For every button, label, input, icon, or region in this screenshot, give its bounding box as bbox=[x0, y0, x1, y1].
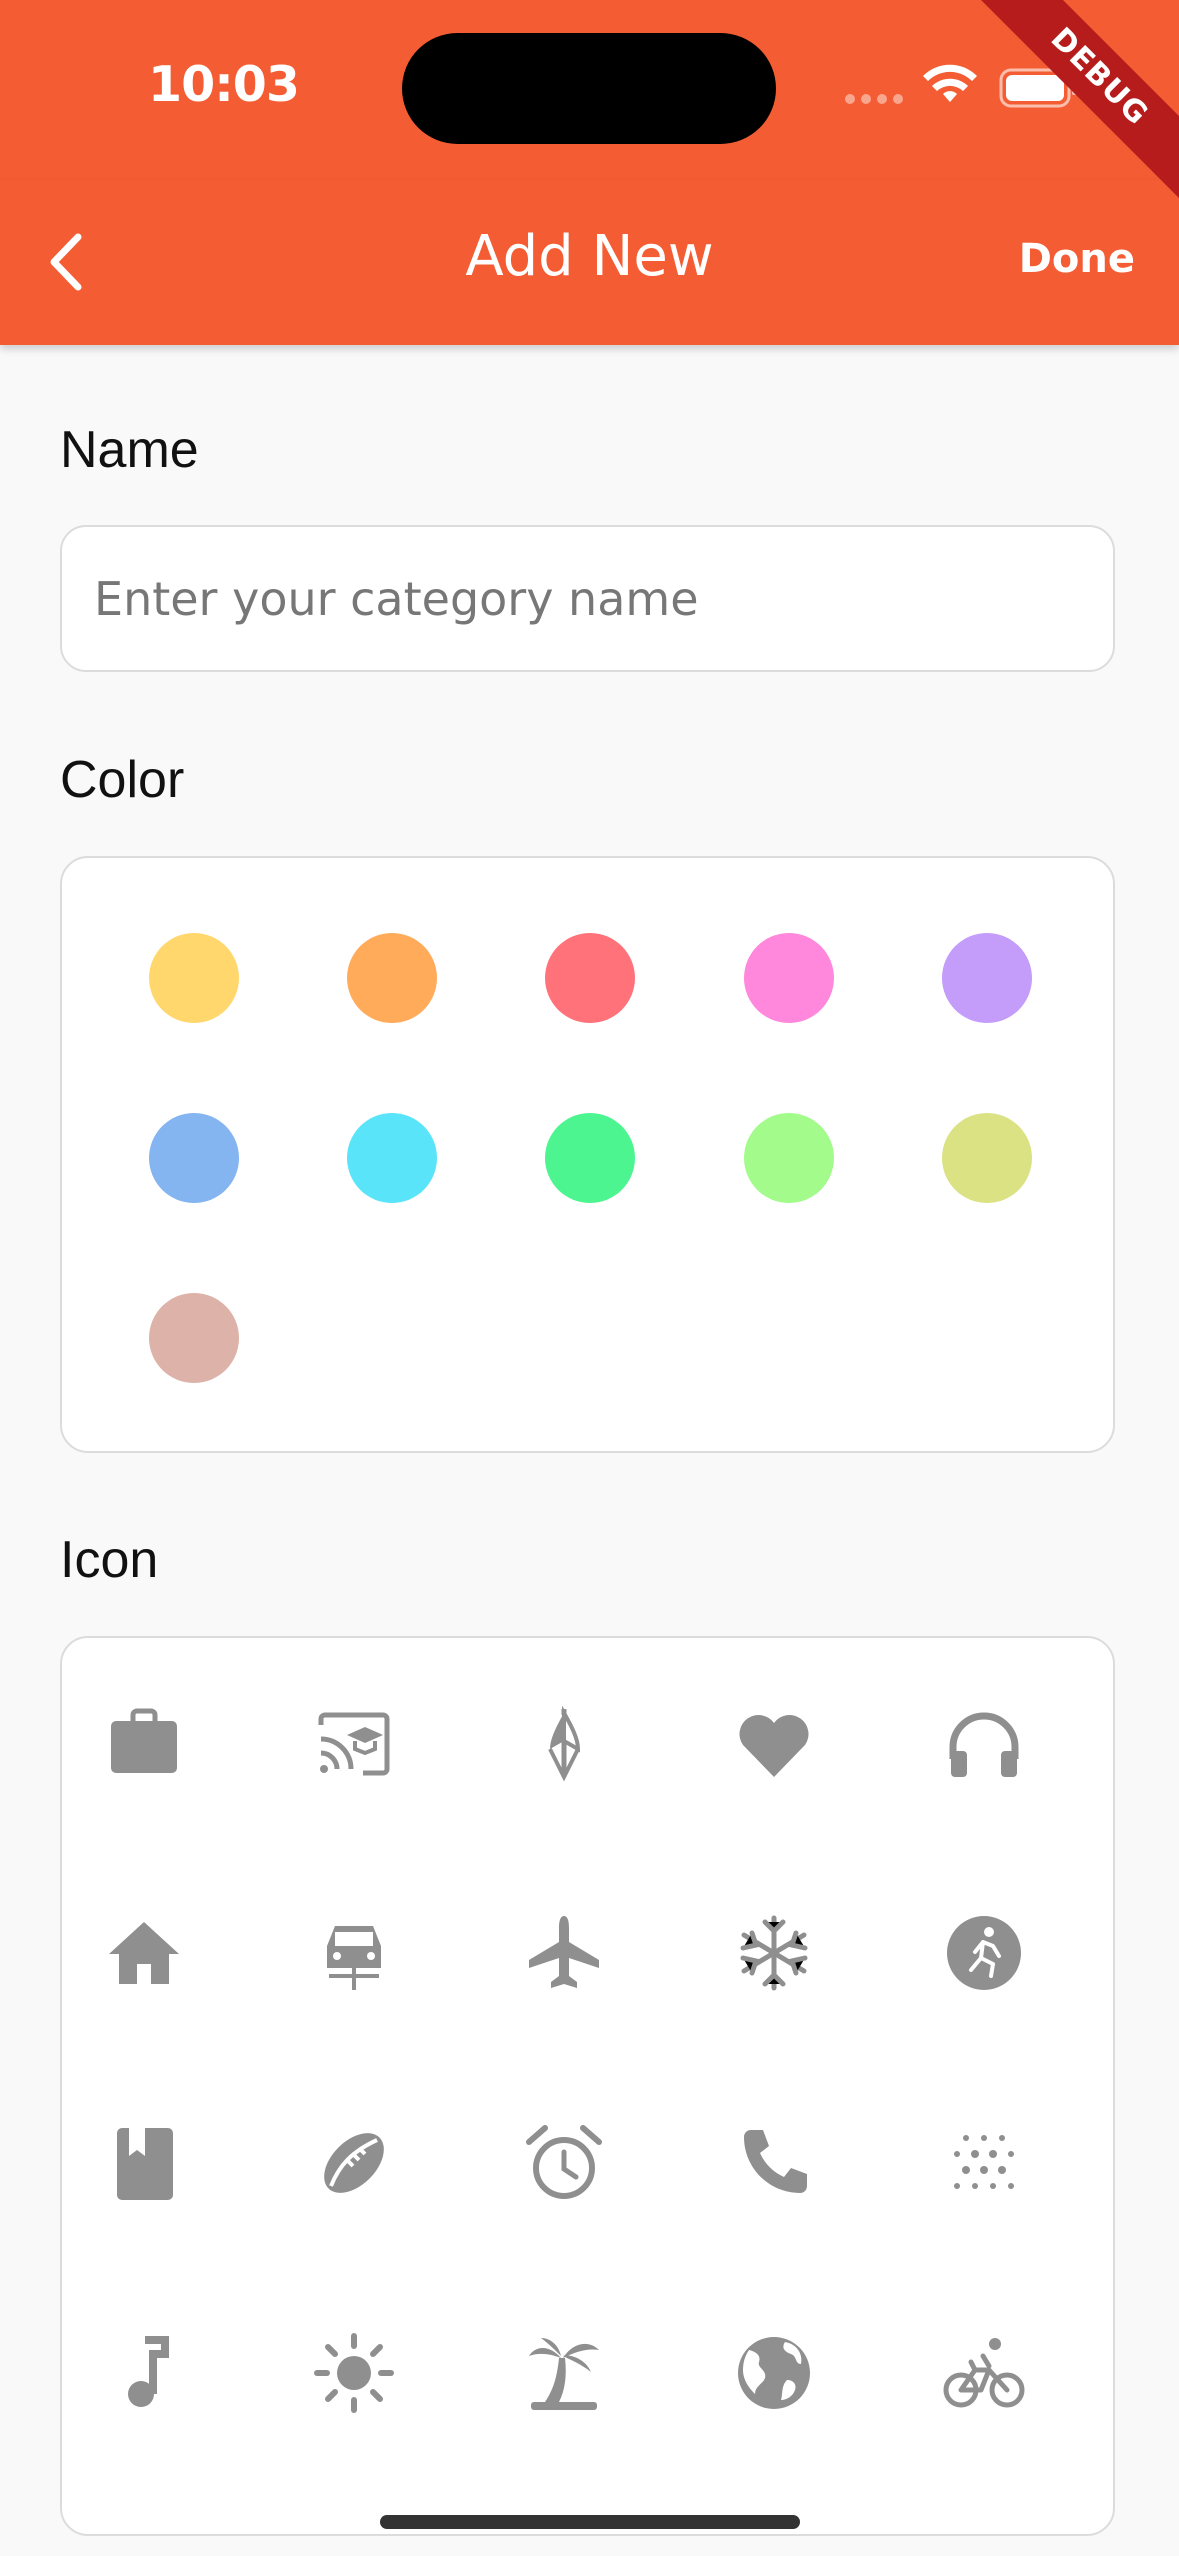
name-label: Name bbox=[60, 421, 199, 479]
bicycle-icon bbox=[943, 2338, 1025, 2408]
icon-option[interactable] bbox=[724, 1903, 824, 2003]
home-indicator bbox=[380, 2515, 800, 2529]
icon-option[interactable] bbox=[934, 1903, 1034, 2003]
status-time: 10:03 bbox=[148, 56, 300, 113]
icon-option[interactable] bbox=[934, 2113, 1034, 2213]
icon-option[interactable] bbox=[724, 1694, 824, 1794]
headphones-icon bbox=[949, 1712, 1019, 1777]
icon-option[interactable] bbox=[724, 2113, 824, 2213]
car-icon bbox=[327, 1926, 381, 1990]
snowflake-icon bbox=[740, 1915, 808, 1991]
sun-icon bbox=[314, 2333, 394, 2413]
icon-option[interactable] bbox=[514, 1694, 614, 1794]
icon-option[interactable] bbox=[514, 1903, 614, 2003]
color-swatch[interactable] bbox=[149, 1293, 239, 1383]
home-icon bbox=[109, 1922, 179, 1984]
icon-picker-panel bbox=[60, 1636, 1115, 2536]
heart-icon bbox=[739, 1714, 809, 1777]
icon-option[interactable] bbox=[94, 1694, 194, 1794]
cast-for-education-icon bbox=[318, 1712, 390, 1776]
icon-option[interactable] bbox=[514, 2323, 614, 2423]
color-swatch[interactable] bbox=[744, 933, 834, 1023]
color-swatch[interactable] bbox=[545, 1113, 635, 1203]
icon-option[interactable] bbox=[94, 2323, 194, 2423]
wifi-icon bbox=[923, 64, 977, 102]
icon-option[interactable] bbox=[94, 2113, 194, 2213]
cellular-signal-icon bbox=[845, 94, 905, 106]
color-swatch[interactable] bbox=[149, 933, 239, 1023]
briefcase-icon bbox=[111, 1708, 177, 1773]
running-icon bbox=[947, 1916, 1021, 1990]
app-bar: Add New Done bbox=[0, 180, 1179, 345]
icon-label: Icon bbox=[60, 1531, 159, 1589]
color-swatch[interactable] bbox=[942, 933, 1032, 1023]
color-swatch[interactable] bbox=[545, 933, 635, 1023]
status-bar: 10:03 DEBUG bbox=[0, 0, 1179, 204]
umbrella-icon bbox=[548, 1705, 581, 1782]
icon-option[interactable] bbox=[514, 2113, 614, 2213]
icon-option[interactable] bbox=[304, 2113, 404, 2213]
color-picker-panel bbox=[60, 856, 1115, 1453]
icon-option[interactable] bbox=[304, 1694, 404, 1794]
color-swatch[interactable] bbox=[744, 1113, 834, 1203]
page-title: Add New bbox=[465, 224, 714, 289]
alarm-icon bbox=[526, 2125, 602, 2199]
palm-tree-icon bbox=[529, 2338, 599, 2410]
phone-icon bbox=[744, 2130, 807, 2193]
icon-option[interactable] bbox=[934, 2323, 1034, 2423]
rugby-ball-icon bbox=[324, 2133, 384, 2193]
dynamic-island bbox=[402, 33, 776, 144]
color-swatch[interactable] bbox=[347, 1113, 437, 1203]
color-swatch[interactable] bbox=[149, 1113, 239, 1203]
category-name-field[interactable] bbox=[60, 525, 1115, 672]
icon-option[interactable] bbox=[934, 1694, 1034, 1794]
icon-option[interactable] bbox=[724, 2323, 824, 2423]
book-icon bbox=[117, 2128, 173, 2200]
globe-icon bbox=[738, 2337, 810, 2409]
icon-option[interactable] bbox=[94, 1903, 194, 2003]
color-swatch[interactable] bbox=[942, 1113, 1032, 1203]
color-label: Color bbox=[60, 751, 185, 809]
category-name-input[interactable] bbox=[62, 527, 1113, 670]
icon-option[interactable] bbox=[304, 2323, 404, 2423]
icon-option[interactable] bbox=[304, 1903, 404, 2003]
done-button[interactable]: Done bbox=[1019, 236, 1135, 282]
music-note-icon bbox=[128, 2336, 169, 2407]
airplane-icon bbox=[529, 1916, 599, 1988]
dots-grid-icon bbox=[954, 2135, 1014, 2189]
color-swatch[interactable] bbox=[347, 933, 437, 1023]
